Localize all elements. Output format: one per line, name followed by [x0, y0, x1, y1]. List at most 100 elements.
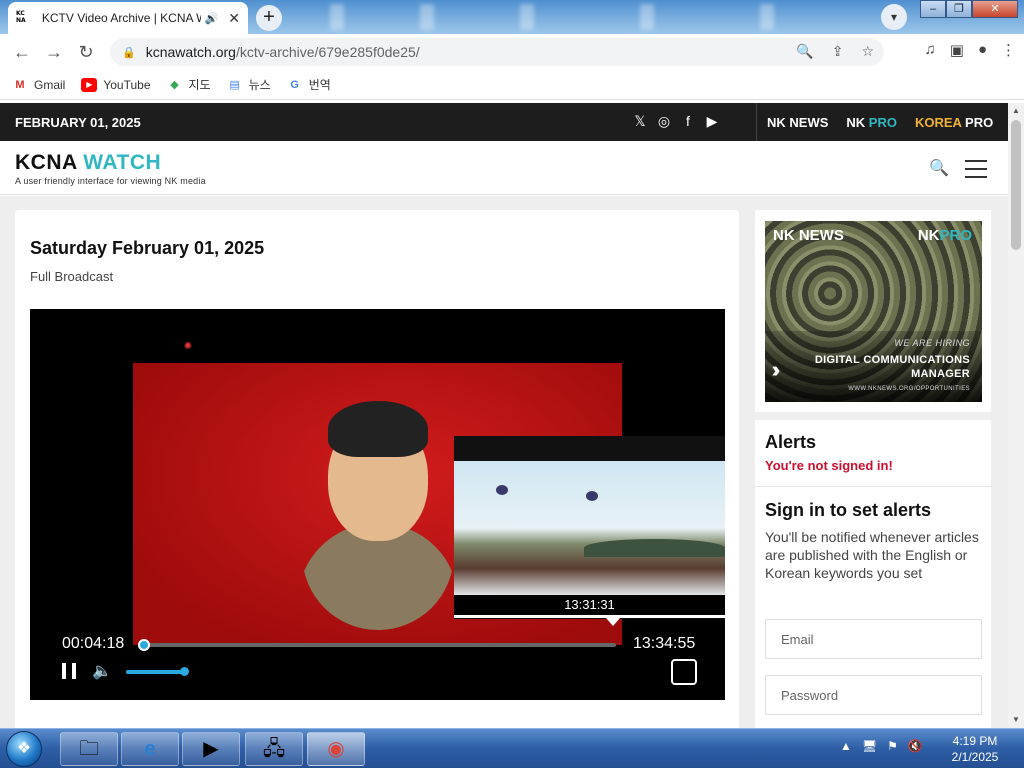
- ad-nknews-logo: NK NEWS: [773, 227, 844, 244]
- fullscreen-button[interactable]: [671, 659, 697, 685]
- address-bar[interactable]: 🔒 kcnawatch.org/kctv-archive/679e285f0de…: [110, 38, 884, 66]
- search-icon[interactable]: 🔍: [929, 158, 949, 178]
- tray-expand-icon[interactable]: ▲: [840, 739, 852, 753]
- preview-scene-image: [454, 461, 725, 595]
- url-domain: kcnawatch.org: [145, 44, 236, 60]
- system-tray: ▲ 🖥 ⚑ 🔇: [840, 739, 923, 753]
- preview-time: 13:31:31: [454, 595, 725, 615]
- browser-toolbar: ← → ↻ 🔒 kcnawatch.org/kctv-archive/679e2…: [0, 34, 1024, 70]
- folder-icon: 🗀: [79, 738, 99, 760]
- reload-button[interactable]: ↻: [70, 42, 102, 63]
- brand-links: NK NEWS NK PRO KOREA PRO: [756, 103, 993, 141]
- windows-taskbar: ❖ 🗀 e ▶ 🖧 ◉ ▲ 🖥 ⚑ 🔇 4:19 PM 2/1/2025: [0, 728, 1024, 768]
- windows-logo-icon: ❖: [16, 740, 32, 757]
- scroll-up-icon[interactable]: ▲: [1008, 103, 1024, 119]
- back-button[interactable]: ←: [6, 42, 38, 63]
- taskbar-ie[interactable]: e: [121, 732, 179, 766]
- new-tab-button[interactable]: +: [256, 5, 282, 31]
- profile-avatar-icon[interactable]: ●: [978, 41, 987, 59]
- x-twitter-icon[interactable]: 𝕏: [633, 113, 647, 130]
- bookmark-star-icon[interactable]: ☆: [861, 43, 874, 60]
- site-topbar: FEBRUARY 01, 2025 𝕏 ◎ f ▶ NK NEWS NK PRO…: [0, 103, 1008, 141]
- bookmark-translate[interactable]: G 번역: [287, 76, 331, 93]
- site-header: KCNA WATCH A user friendly interface for…: [0, 141, 1008, 195]
- tab-close-icon[interactable]: ✕: [228, 10, 240, 27]
- email-field[interactable]: [765, 619, 982, 659]
- signin-description: You'll be notified whenever articles are…: [765, 529, 979, 581]
- bookmark-maps[interactable]: ◆ 지도: [167, 76, 210, 93]
- start-button[interactable]: ❖: [6, 731, 42, 767]
- pause-button[interactable]: [62, 663, 78, 681]
- scrollbar-thumb[interactable]: [1011, 120, 1021, 250]
- broadcast-subtitle: Full Broadcast: [30, 269, 114, 284]
- menu-kebab-icon[interactable]: ⋮: [1001, 41, 1016, 59]
- current-time: 00:04:18: [62, 635, 125, 652]
- taskbar-clock[interactable]: 4:19 PM 2/1/2025: [940, 733, 1010, 765]
- hamburger-menu-icon[interactable]: [965, 160, 987, 184]
- logo-watch: WATCH: [83, 151, 162, 174]
- seek-handle[interactable]: [138, 639, 151, 651]
- volume-icon[interactable]: 🔈: [92, 661, 112, 681]
- site-logo[interactable]: KCNA WATCH: [15, 151, 161, 175]
- network-computer-icon: 🖧: [262, 738, 286, 760]
- minimize-button[interactable]: –: [920, 0, 946, 18]
- sidebar-ad[interactable]: NK NEWS NKPRO ››› WE ARE HIRING DIGITAL …: [755, 210, 991, 412]
- browser-tab-active[interactable]: KC NA KCTV Video Archive | KCNA Watch 🔊 …: [8, 2, 248, 34]
- ad-nkpro-a: NK: [917, 227, 940, 244]
- zoom-search-icon[interactable]: 🔍: [796, 43, 813, 60]
- tray-network-icon[interactable]: 🖥: [862, 739, 877, 753]
- maximize-button[interactable]: ❐: [946, 0, 972, 18]
- instagram-icon[interactable]: ◎: [657, 113, 671, 130]
- clock-time: 4:19 PM: [952, 734, 998, 748]
- nkpro-link[interactable]: NK PRO: [846, 115, 897, 130]
- bookmark-news[interactable]: ▤ 뉴스: [227, 76, 271, 93]
- page-title: Saturday February 01, 2025: [30, 238, 265, 258]
- koreapro-label-a: KOREA: [914, 114, 966, 130]
- share-icon[interactable]: ⇪: [832, 43, 844, 60]
- not-signed-in-message: You're not signed in!: [765, 458, 893, 473]
- youtube-icon: ▶: [81, 77, 98, 92]
- forward-button[interactable]: →: [38, 42, 70, 63]
- background-decor: [420, 4, 434, 30]
- nknews-link[interactable]: NK NEWS: [767, 115, 828, 130]
- tray-volume-muted-icon[interactable]: 🔇: [908, 739, 923, 753]
- bookmark-gmail[interactable]: M Gmail: [12, 78, 65, 92]
- bookmark-label: 뉴스: [248, 78, 271, 92]
- audio-playing-icon[interactable]: 🔊: [205, 12, 219, 25]
- bookmark-youtube[interactable]: ▶ YouTube: [81, 77, 151, 92]
- browser-tabstrip: KC NA KCTV Video Archive | KCNA Watch 🔊 …: [0, 0, 1024, 34]
- koreapro-label-b: PRO: [965, 114, 994, 130]
- close-window-button[interactable]: ✕: [972, 0, 1018, 18]
- youtube-icon[interactable]: ▶: [705, 113, 719, 130]
- omnibox-actions: 🔍 ⇪ ☆: [796, 43, 874, 60]
- internet-explorer-icon: e: [144, 738, 156, 760]
- page-scrollbar[interactable]: ▲ ▼: [1008, 103, 1024, 728]
- bookmark-label: 번역: [308, 78, 331, 92]
- facebook-icon[interactable]: f: [681, 113, 695, 130]
- taskbar-network[interactable]: 🖧: [245, 732, 303, 766]
- tab-search-button[interactable]: ▾: [881, 4, 907, 30]
- alerts-panel: Alerts You're not signed in! Sign in to …: [755, 420, 991, 730]
- tray-flag-icon[interactable]: ⚑: [887, 739, 898, 753]
- lock-icon[interactable]: 🔒: [122, 46, 136, 59]
- password-field[interactable]: [765, 675, 982, 715]
- scroll-down-icon[interactable]: ▼: [1008, 712, 1024, 728]
- koreapro-link[interactable]: KOREA PRO: [915, 115, 993, 130]
- alerts-heading: Alerts: [765, 432, 817, 452]
- taskbar-chrome[interactable]: ◉: [307, 732, 365, 766]
- ad-title-line1: DIGITAL COMMUNICATIONS: [814, 354, 970, 366]
- gmail-icon: M: [15, 78, 25, 91]
- background-decor: [330, 4, 344, 30]
- video-portrait-image: [298, 393, 458, 631]
- taskbar-media-player[interactable]: ▶: [182, 732, 240, 766]
- taskbar-explorer[interactable]: 🗀: [60, 732, 118, 766]
- side-panel-icon[interactable]: ▣: [950, 41, 964, 59]
- seek-bar[interactable]: [138, 639, 616, 651]
- volume-handle[interactable]: [180, 667, 189, 676]
- media-control-icon[interactable]: ♫: [925, 41, 936, 59]
- kcna-favicon-icon: KC NA: [16, 10, 26, 24]
- ad-nkpro-logo: NKPRO: [918, 227, 972, 244]
- clock-date: 2/1/2025: [951, 750, 999, 764]
- volume-slider[interactable]: [126, 667, 189, 676]
- video-player[interactable]: ✺ 13:31:31 00:04:18 13:34:55 🔈: [30, 309, 725, 700]
